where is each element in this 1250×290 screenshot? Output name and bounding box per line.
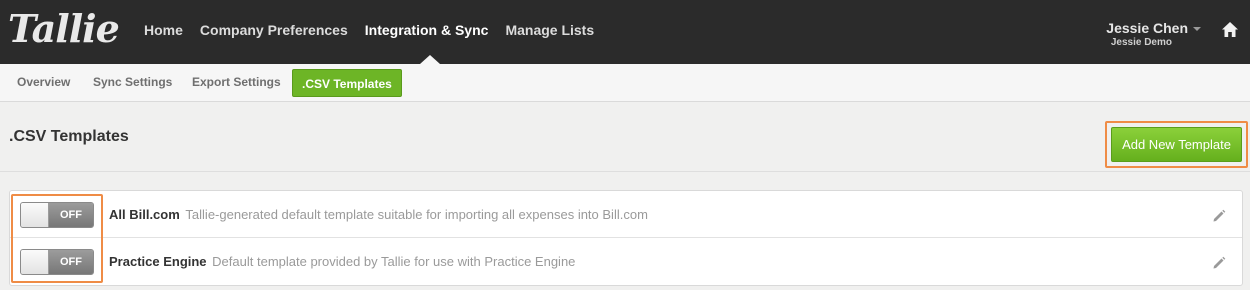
pencil-icon[interactable] — [1212, 256, 1226, 275]
user-company: Jessie Demo — [1110, 37, 1172, 48]
add-new-template-button[interactable]: Add New Template — [1111, 127, 1242, 162]
nav-company-preferences[interactable]: Company Preferences — [200, 22, 348, 38]
template-name: Practice Engine — [109, 254, 207, 269]
template-description: Tallie-generated default template suitab… — [185, 207, 648, 222]
user-menu[interactable]: Jessie Chen Jessie Demo — [1106, 20, 1201, 48]
template-row: OFF All Bill.com Tallie-generated defaul… — [10, 191, 1242, 238]
nav-integration-sync[interactable]: Integration & Sync — [365, 22, 489, 38]
chevron-down-icon[interactable] — [1193, 27, 1201, 31]
template-description: Default template provided by Tallie for … — [212, 254, 576, 269]
template-row: OFF Practice Engine Default template pro… — [10, 238, 1242, 285]
template-info: All Bill.com Tallie-generated default te… — [109, 207, 648, 222]
toggle-knob — [21, 250, 49, 274]
tab-export-settings[interactable]: Export Settings — [192, 75, 281, 89]
divider — [0, 171, 1250, 172]
toggle-state: OFF — [49, 203, 93, 227]
nav-manage-lists[interactable]: Manage Lists — [505, 22, 594, 38]
toggle-knob — [21, 203, 49, 227]
main-nav: Home Company Preferences Integration & S… — [144, 22, 611, 38]
template-toggle[interactable]: OFF — [20, 202, 94, 228]
nav-home[interactable]: Home — [144, 22, 183, 38]
template-name: All Bill.com — [109, 207, 180, 222]
home-icon[interactable] — [1221, 21, 1239, 43]
active-nav-indicator — [420, 55, 440, 64]
tab-overview[interactable]: Overview — [17, 75, 70, 89]
tab-csv-templates[interactable]: .CSV Templates — [292, 69, 402, 97]
sub-nav: Overview Sync Settings Export Settings .… — [0, 64, 1250, 102]
app-logo[interactable]: Tallie — [8, 6, 120, 51]
template-toggle[interactable]: OFF — [20, 249, 94, 275]
pencil-icon[interactable] — [1212, 209, 1226, 228]
toggle-state: OFF — [49, 250, 93, 274]
user-name: Jessie Chen — [1106, 20, 1188, 36]
template-info: Practice Engine Default template provide… — [109, 254, 575, 269]
tab-sync-settings[interactable]: Sync Settings — [93, 75, 172, 89]
top-bar: Tallie Home Company Preferences Integrat… — [0, 0, 1250, 64]
page-title: .CSV Templates — [9, 128, 129, 145]
templates-list: OFF All Bill.com Tallie-generated defaul… — [9, 190, 1243, 286]
